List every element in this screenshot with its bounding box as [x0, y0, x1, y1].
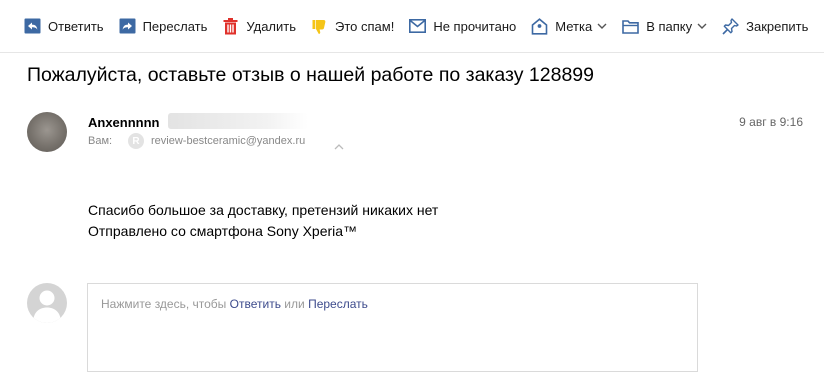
tag-icon	[530, 17, 549, 36]
message-subject: Пожалуйста, оставьте отзыв о нашей работ…	[27, 64, 594, 86]
body-line: Отправлено со смартфона Sony Xperia™	[88, 223, 358, 239]
trash-icon	[221, 17, 240, 36]
user-avatar	[27, 283, 67, 323]
pin-button[interactable]: Закрепить	[721, 11, 808, 41]
pin-label: Закрепить	[746, 18, 809, 34]
chevron-down-icon	[597, 21, 607, 31]
user-silhouette-icon	[33, 290, 61, 323]
unread-label: Не прочитано	[433, 18, 517, 34]
delete-label: Удалить	[246, 18, 297, 34]
forward-label: Переслать	[142, 18, 208, 34]
forward-link[interactable]: Переслать	[308, 297, 368, 311]
sender-avatar	[27, 112, 67, 152]
recipient-email[interactable]: review-bestceramic@yandex.ru	[151, 135, 305, 147]
chevron-up-icon[interactable]	[334, 137, 344, 150]
forward-button[interactable]: Переслать	[118, 11, 208, 41]
message-body: Спасибо большое за доставку, претензий н…	[88, 200, 438, 242]
envelope-icon	[408, 17, 427, 36]
chevron-down-icon	[697, 21, 707, 31]
recipient-label: Вам:	[88, 135, 113, 147]
folder-label: В папку	[646, 18, 693, 34]
move-to-folder-dropdown[interactable]: В папку	[621, 11, 707, 41]
hint-prefix: Нажмите здесь, чтобы	[101, 297, 227, 311]
thumbs-down-icon	[310, 17, 329, 36]
reply-button[interactable]: Ответить	[23, 11, 104, 41]
delete-button[interactable]: Удалить	[221, 11, 296, 41]
folder-icon	[621, 17, 640, 36]
label-dropdown[interactable]: Метка	[530, 11, 607, 41]
hint-or: или	[284, 297, 305, 311]
mark-unread-button[interactable]: Не прочитано	[408, 11, 516, 41]
reply-icon	[23, 17, 42, 36]
recipient-avatar: R	[128, 133, 144, 149]
sender-name: Anxennnnn	[88, 115, 160, 130]
message-toolbar: Ответить Переслать Удалить Это спам! Не …	[0, 0, 824, 53]
reply-label: Ответить	[48, 18, 104, 34]
label-label: Метка	[555, 18, 593, 34]
reply-link[interactable]: Ответить	[230, 297, 281, 311]
quick-reply-hint: Нажмите здесь, чтобы Ответить или Пересл…	[101, 297, 368, 311]
body-line: Спасибо большое за доставку, претензий н…	[88, 202, 439, 218]
spam-button[interactable]: Это спам!	[310, 11, 394, 41]
quick-reply-box[interactable]: Нажмите здесь, чтобы Ответить или Пересл…	[87, 283, 698, 372]
forward-icon	[118, 17, 137, 36]
pin-icon	[721, 17, 740, 36]
message-date: 9 авг в 9:16	[739, 115, 803, 129]
spam-label: Это спам!	[335, 18, 395, 34]
sender-address-redacted	[168, 113, 308, 129]
